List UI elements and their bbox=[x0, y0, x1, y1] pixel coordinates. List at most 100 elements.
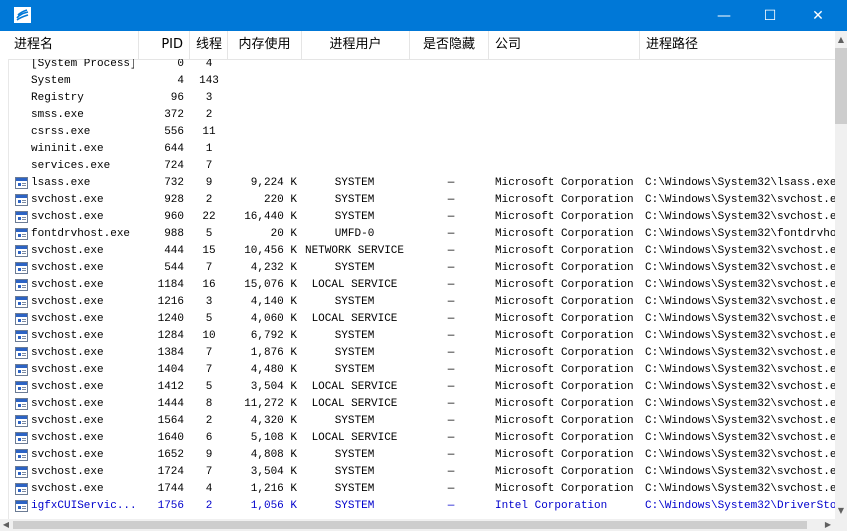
process-window-icon bbox=[15, 194, 28, 206]
process-memory: 9,224 K bbox=[250, 177, 297, 189]
process-pid: 0 bbox=[177, 59, 184, 70]
process-user: SYSTEM bbox=[334, 449, 375, 461]
minimize-icon: — bbox=[717, 7, 731, 24]
process-user: SYSTEM bbox=[334, 466, 375, 478]
process-company: Microsoft Corporation bbox=[495, 432, 634, 444]
process-window-icon bbox=[15, 449, 28, 461]
process-memory: 1,216 K bbox=[250, 483, 297, 495]
process-company: Microsoft Corporation bbox=[495, 194, 634, 206]
table-row[interactable]: lsass.exe 732 9 9,224 K SYSTEM — Microsoft Cor… bbox=[0, 175, 835, 192]
table-row[interactable]: svchost.exe 960 22 16,440 K SYSTEM — Microsoft… bbox=[0, 209, 835, 226]
scroll-up-arrow-icon[interactable]: ▲ bbox=[835, 34, 847, 46]
table-row[interactable]: System 4 143 bbox=[0, 73, 835, 90]
table-row[interactable]: svchost.exe 1284 10 6,792 K SYSTEM — Microsoft… bbox=[0, 328, 835, 345]
process-name: svchost.exe bbox=[31, 245, 104, 257]
process-user: SYSTEM bbox=[334, 177, 375, 189]
process-threads: 4 bbox=[205, 59, 213, 70]
process-user: SYSTEM bbox=[334, 262, 375, 274]
process-threads: 7 bbox=[205, 160, 213, 172]
process-hidden: — bbox=[447, 245, 455, 257]
process-company: Intel Corporation bbox=[495, 500, 608, 512]
column-header-company[interactable]: 公司 bbox=[489, 31, 640, 59]
process-window-icon bbox=[15, 279, 28, 291]
table-row[interactable]: svchost.exe 1724 7 3,504 K SYSTEM — Microsoft … bbox=[0, 464, 835, 481]
process-path: C:\Windows\System32\svchost.exe bbox=[645, 296, 835, 308]
process-company: Microsoft Corporation bbox=[495, 483, 634, 495]
table-row[interactable]: svchost.exe 544 7 4,232 K SYSTEM — Microsoft C… bbox=[0, 260, 835, 277]
process-hidden: — bbox=[447, 449, 455, 461]
process-name: svchost.exe bbox=[31, 330, 104, 342]
process-company: Microsoft Corporation bbox=[495, 415, 634, 427]
process-threads: 6 bbox=[205, 432, 213, 444]
process-window-icon bbox=[15, 347, 28, 359]
process-threads: 8 bbox=[205, 398, 213, 410]
column-header-hidden[interactable]: 是否隐藏 bbox=[410, 31, 489, 59]
process-threads: 9 bbox=[205, 449, 213, 461]
process-window-icon bbox=[15, 466, 28, 478]
column-header-threads[interactable]: 线程 bbox=[190, 31, 228, 59]
process-user: UMFD-0 bbox=[334, 228, 375, 240]
process-name: svchost.exe bbox=[31, 364, 104, 376]
process-pid: 444 bbox=[164, 245, 184, 257]
process-pid: 1184 bbox=[157, 279, 184, 291]
table-row[interactable]: svchost.exe 1404 7 4,480 K SYSTEM — Microsoft … bbox=[0, 362, 835, 379]
process-pid: 1404 bbox=[157, 364, 184, 376]
process-pid: 988 bbox=[164, 228, 184, 240]
table-row[interactable]: svchost.exe 444 15 10,456 K NETWORK SERVICE —… bbox=[0, 243, 835, 260]
table-row[interactable]: igfxCUIServic... 1756 2 1,056 K SYSTEM — Intel… bbox=[0, 498, 835, 515]
table-row[interactable]: wininit.exe 644 1 bbox=[0, 141, 835, 158]
table-row[interactable]: svchost.exe 1744 4 1,216 K SYSTEM — Microsoft … bbox=[0, 481, 835, 498]
table-row[interactable]: svchost.exe 1216 3 4,140 K SYSTEM — Microsoft … bbox=[0, 294, 835, 311]
scroll-left-arrow-icon[interactable]: ◀ bbox=[0, 519, 12, 531]
process-window-icon bbox=[15, 313, 28, 325]
column-header-name[interactable]: 进程名 bbox=[8, 31, 139, 59]
close-icon: ✕ bbox=[812, 7, 824, 24]
table-row[interactable]: csrss.exe 556 11 bbox=[0, 124, 835, 141]
table-row[interactable]: [System Process] 0 4 bbox=[0, 59, 835, 73]
maximize-button[interactable]: ☐ bbox=[747, 0, 793, 31]
table-row[interactable]: svchost.exe 1652 9 4,808 K SYSTEM — Microsoft … bbox=[0, 447, 835, 464]
table-row[interactable]: svchost.exe 928 2 220 K SYSTEM — Microsoft Cor… bbox=[0, 192, 835, 209]
process-pid: 1240 bbox=[157, 313, 184, 325]
process-hidden bbox=[412, 90, 490, 107]
column-header-memory[interactable]: 内存使用 bbox=[228, 31, 302, 59]
process-hidden: — bbox=[447, 347, 455, 359]
table-row[interactable]: svchost.exe 1412 5 3,504 K LOCAL SERVICE — Mic… bbox=[0, 379, 835, 396]
title-bar[interactable]: — ☐ ✕ bbox=[0, 0, 847, 31]
table-row[interactable]: svchost.exe 1564 2 4,320 K SYSTEM — Microsoft … bbox=[0, 413, 835, 430]
process-window-icon bbox=[15, 330, 28, 342]
table-row[interactable]: svchost.exe 1640 6 5,108 K LOCAL SERVICE — Mic… bbox=[0, 430, 835, 447]
process-name: svchost.exe bbox=[31, 466, 104, 478]
process-window-icon bbox=[15, 296, 28, 308]
process-list[interactable]: [System Process] 0 4 System 4 143 Registry 96 3 s… bbox=[0, 59, 835, 519]
process-memory: 11,272 K bbox=[244, 398, 297, 410]
column-header-user[interactable]: 进程用户 bbox=[302, 31, 410, 59]
process-name: svchost.exe bbox=[31, 194, 104, 206]
process-name: svchost.exe bbox=[31, 262, 104, 274]
column-header-path[interactable]: 进程路径 bbox=[640, 31, 835, 59]
table-row[interactable]: svchost.exe 1444 8 11,272 K LOCAL SERVICE — Mi… bbox=[0, 396, 835, 413]
table-row[interactable]: svchost.exe 1384 7 1,876 K SYSTEM — Microsoft … bbox=[0, 345, 835, 362]
minimize-button[interactable]: — bbox=[701, 0, 747, 31]
process-name: services.exe bbox=[31, 160, 111, 172]
table-row[interactable]: svchost.exe 1240 5 4,060 K LOCAL SERVICE — Mic… bbox=[0, 311, 835, 328]
horizontal-scroll-thumb[interactable] bbox=[13, 521, 807, 529]
process-pid: 1564 bbox=[157, 415, 184, 427]
process-user bbox=[297, 59, 412, 73]
process-pid: 4 bbox=[177, 75, 184, 87]
vertical-scroll-thumb[interactable] bbox=[835, 48, 847, 124]
process-memory: 6,792 K bbox=[250, 330, 297, 342]
process-pid: 1216 bbox=[157, 296, 184, 308]
column-header-pid[interactable]: PID bbox=[139, 31, 190, 59]
table-row[interactable]: svchost.exe 1184 16 15,076 K LOCAL SERVICE — M… bbox=[0, 277, 835, 294]
process-company: Microsoft Corporation bbox=[495, 313, 634, 325]
scroll-down-arrow-icon[interactable]: ▼ bbox=[835, 505, 847, 517]
table-row[interactable]: fontdrvhost.exe 988 5 20 K UMFD-0 — Microsoft … bbox=[0, 226, 835, 243]
table-row[interactable]: services.exe 724 7 bbox=[0, 158, 835, 175]
process-company bbox=[495, 141, 641, 158]
process-path: C:\Windows\System32\svchost.exe bbox=[645, 364, 835, 376]
scroll-right-arrow-icon[interactable]: ▶ bbox=[822, 519, 834, 531]
table-row[interactable]: Registry 96 3 bbox=[0, 90, 835, 107]
close-button[interactable]: ✕ bbox=[795, 0, 841, 31]
table-row[interactable]: smss.exe 372 2 bbox=[0, 107, 835, 124]
